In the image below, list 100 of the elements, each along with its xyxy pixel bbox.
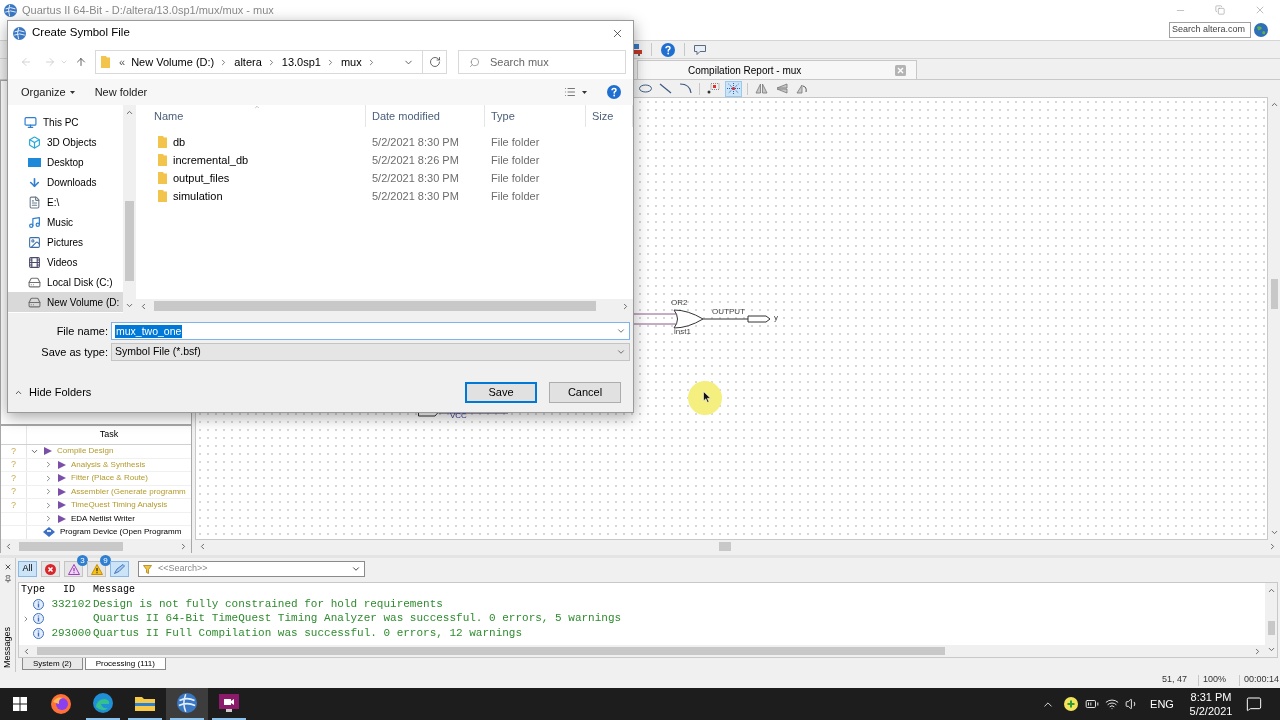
breadcrumb-item[interactable]: mux: [340, 53, 362, 71]
scroll-up-icon[interactable]: [1266, 586, 1276, 595]
nav-item[interactable]: Music: [8, 212, 123, 232]
globe-icon[interactable]: [1254, 23, 1268, 37]
column-header[interactable]: Type: [485, 105, 586, 127]
nav-item[interactable]: E:\: [8, 192, 123, 212]
search-combo[interactable]: <<Search>>: [138, 561, 365, 577]
filter-button[interactable]: [110, 561, 129, 577]
column-header[interactable]: Name: [136, 105, 366, 127]
nav-item[interactable]: Videos: [8, 252, 123, 272]
scroll-right-icon[interactable]: [621, 301, 630, 311]
panel-tab[interactable]: System (2): [22, 658, 83, 670]
plus-circle-icon[interactable]: [1064, 697, 1078, 711]
column-header[interactable]: Type: [19, 585, 47, 595]
breadcrumb-item[interactable]: altera: [234, 53, 262, 71]
filter-button[interactable]: All: [18, 561, 37, 577]
dialog-button[interactable]: Cancel: [549, 382, 621, 403]
nav-item[interactable]: Local Disk (C:): [8, 272, 123, 292]
column-header[interactable]: Task: [27, 426, 191, 444]
task-label[interactable]: EDA Netlist Writer: [71, 514, 135, 523]
message-text[interactable]: Quartus II Full Compilation was successful. 0 errors, 12 warnings: [93, 627, 523, 639]
panel-title[interactable]: Messages: [3, 626, 12, 668]
filter-button[interactable]: [87, 561, 106, 577]
horizontal-scrollbar[interactable]: [136, 299, 633, 313]
document-tab[interactable]: Compilation Report - mux: [637, 60, 917, 79]
scrollbar-thumb[interactable]: [19, 541, 123, 551]
scroll-up-icon[interactable]: [125, 108, 134, 117]
help-icon[interactable]: [607, 85, 621, 99]
scroll-right-icon[interactable]: [1253, 646, 1262, 656]
close-icon[interactable]: [3, 563, 12, 571]
clock[interactable]: 8:31 PM 5/2/2021: [1184, 690, 1238, 718]
column-header[interactable]: Date modified: [366, 105, 485, 127]
help-search-field[interactable]: Search altera.com: [1169, 22, 1251, 38]
notification-icon[interactable]: [1246, 696, 1262, 712]
scrollbar-thumb[interactable]: [719, 542, 731, 551]
nav-item[interactable]: This PC: [8, 112, 123, 132]
taskbar-button[interactable]: [166, 688, 208, 720]
scrollbar-thumb[interactable]: [125, 201, 134, 281]
scroll-up-icon[interactable]: [1269, 100, 1279, 109]
vertical-scrollbar[interactable]: [123, 105, 136, 313]
nav-item[interactable]: 3D Objects: [8, 132, 123, 152]
dropdown-icon[interactable]: [351, 564, 361, 574]
chevron-right-icon[interactable]: [22, 614, 30, 623]
filter-button[interactable]: [41, 561, 60, 577]
horizontal-scrollbar[interactable]: [19, 645, 1265, 657]
vertical-scrollbar[interactable]: [1265, 583, 1277, 657]
scroll-left-icon[interactable]: [22, 646, 31, 656]
scrollbar-thumb[interactable]: [1270, 279, 1278, 309]
address-bar[interactable]: « New Volume (D:) altera 13.0sp1 mux: [95, 50, 447, 74]
dropdown-icon[interactable]: [616, 326, 626, 336]
scroll-left-icon[interactable]: [139, 301, 148, 311]
scrollbar-thumb[interactable]: [37, 647, 945, 655]
tool-button[interactable]: [725, 80, 742, 97]
column-header[interactable]: ID: [47, 585, 91, 595]
file-item[interactable]: incremental_db: [136, 151, 366, 169]
scroll-left-icon[interactable]: [198, 542, 207, 551]
download-icon: [28, 175, 41, 189]
task-label[interactable]: Program Device (Open Programm: [60, 528, 182, 537]
file-name-field[interactable]: mux_two_one: [111, 322, 630, 340]
message-text[interactable]: Quartus II 64-Bit TimeQuest Timing Analyzer was successful. 0 errors, 5 warnings: [93, 613, 622, 625]
breadcrumb-item[interactable]: 13.0sp1: [281, 53, 321, 71]
command-button[interactable]: Organize: [21, 82, 75, 102]
file-item[interactable]: simulation: [136, 187, 366, 205]
speech-bubble-icon[interactable]: [694, 44, 706, 55]
task-status: ?: [11, 500, 16, 510]
hide-folders-button[interactable]: Hide Folders: [14, 384, 92, 401]
scrollbar-thumb[interactable]: [154, 301, 596, 311]
breadcrumb-overflow-button[interactable]: «: [119, 53, 126, 71]
battery-icon[interactable]: [1084, 697, 1100, 711]
dialog-button[interactable]: Save: [465, 382, 537, 403]
help-icon[interactable]: [661, 42, 675, 57]
file-item[interactable]: db: [136, 133, 366, 151]
nav-item[interactable]: Desktop: [8, 152, 123, 172]
nav-item[interactable]: Pictures: [8, 232, 123, 252]
column-header[interactable]: Message: [93, 585, 135, 595]
breadcrumb-item[interactable]: New Volume (D:): [131, 53, 215, 71]
caret-down-icon: [582, 90, 587, 94]
message-text[interactable]: Design is not fully constrained for hold requirements: [93, 598, 443, 610]
scroll-down-icon[interactable]: [125, 301, 134, 310]
language-indicator[interactable]: ENG: [1148, 695, 1176, 713]
pin-icon[interactable]: [3, 575, 12, 583]
column-header[interactable]: Size: [586, 105, 633, 127]
command-button[interactable]: New folder: [94, 82, 148, 102]
nav-item[interactable]: Downloads: [8, 172, 123, 192]
type-cell-text: File folder: [490, 134, 541, 150]
panel-tab[interactable]: Processing (111): [84, 658, 166, 670]
scroll-down-icon[interactable]: [1266, 645, 1276, 654]
scrollbar-thumb[interactable]: [1267, 621, 1275, 635]
scroll-right-icon[interactable]: [179, 541, 188, 551]
close-tab-icon[interactable]: [895, 64, 906, 76]
scroll-down-icon[interactable]: [1269, 528, 1279, 537]
wifi-icon[interactable]: [1104, 697, 1120, 711]
filter-button[interactable]: [64, 561, 83, 577]
scroll-left-icon[interactable]: [4, 541, 13, 551]
file-type-dropdown[interactable]: Symbol File (*.bsf): [111, 343, 630, 361]
file-item[interactable]: output_files: [136, 169, 366, 187]
search-field[interactable]: Search mux: [458, 50, 626, 74]
app-logo-icon: [177, 693, 197, 713]
scroll-right-icon[interactable]: [1268, 542, 1277, 551]
nav-item[interactable]: New Volume (D:: [8, 292, 123, 312]
